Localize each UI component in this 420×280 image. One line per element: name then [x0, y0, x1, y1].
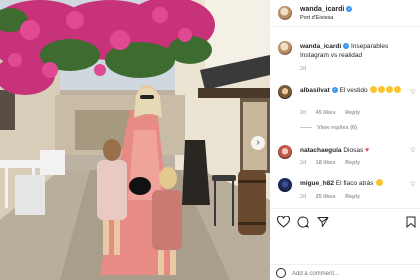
- comment-meta: 2d 25 likes Reply: [300, 194, 368, 200]
- post-header: wanda_icardi ✓ Port d'Eivissa: [270, 0, 420, 27]
- bookmark-icon[interactable]: [406, 216, 416, 228]
- post-username-link[interactable]: wanda_icardi ✓: [300, 6, 353, 13]
- reply-button[interactable]: Reply: [345, 110, 360, 116]
- avatar[interactable]: [278, 145, 292, 159]
- verified-icon: ✓: [331, 87, 338, 94]
- add-comment-bar: [270, 264, 420, 280]
- caption: wanda_icardi ✓ Inseparables Instagram vs …: [300, 42, 415, 60]
- share-icon[interactable]: [317, 216, 329, 228]
- caption-meta: 2d: [300, 66, 314, 72]
- comment-time: 2d: [300, 160, 307, 166]
- view-replies-button[interactable]: View replies (6): [300, 125, 357, 131]
- avatar[interactable]: [278, 41, 292, 55]
- like-comment-heart-icon[interactable]: ♡: [410, 147, 415, 154]
- reply-button[interactable]: Reply: [345, 160, 360, 166]
- comment-time: 2d: [300, 194, 307, 200]
- comment-likes[interactable]: 25 likes: [316, 194, 336, 200]
- like-comment-heart-icon[interactable]: ♡: [410, 89, 415, 96]
- comment-meta: 2d 45 likes Reply: [300, 110, 368, 116]
- reply-button[interactable]: Reply: [345, 194, 360, 200]
- comment: albasilvat ✓ El vestido: [300, 86, 405, 95]
- like-comment-heart-icon[interactable]: ♡: [410, 181, 415, 188]
- comment-time: 2d: [300, 110, 307, 116]
- heart-icon[interactable]: [277, 216, 290, 228]
- avatar[interactable]: [278, 85, 292, 99]
- comment-likes[interactable]: 18 likes: [316, 160, 336, 166]
- caption-username[interactable]: wanda_icardi: [300, 43, 341, 50]
- next-arrow-icon[interactable]: ›: [251, 136, 265, 150]
- verified-icon: ✓: [346, 6, 353, 13]
- comment-text: Diosas: [343, 147, 364, 154]
- comment-username[interactable]: albasilvat: [300, 87, 330, 94]
- heart-eyes-emoji-icon: [370, 86, 378, 93]
- post-location[interactable]: Port d'Eivissa: [300, 15, 333, 21]
- laughing-emoji-icon: [376, 179, 384, 186]
- heart-eyes-emoji-icon: [386, 86, 394, 93]
- comment-icon[interactable]: [297, 216, 309, 228]
- comment-text: El flaco atrás: [335, 180, 374, 187]
- comment: natachaeguia Diosas ♥: [300, 146, 405, 155]
- red-heart-emoji-icon: ♥: [365, 147, 370, 154]
- street-scene-image: [0, 0, 270, 280]
- heart-eyes-emoji-icon: [378, 86, 386, 93]
- action-bar: [270, 208, 420, 232]
- post-username[interactable]: wanda_icardi: [300, 6, 344, 13]
- comment-likes[interactable]: 45 likes: [316, 110, 336, 116]
- comment-text: El vestido: [339, 87, 368, 94]
- post-side-panel: wanda_icardi ✓ Port d'Eivissa wanda_icard…: [270, 0, 420, 280]
- smiley-icon[interactable]: [276, 268, 286, 278]
- post-photo[interactable]: ›: [0, 0, 270, 280]
- comment-username[interactable]: migue_h82: [300, 180, 334, 187]
- heart-eyes-emoji-icon: [394, 86, 402, 93]
- comment: migue_h82 El flaco atrás: [300, 179, 405, 188]
- verified-icon: ✓: [343, 43, 350, 50]
- comment-username[interactable]: natachaeguia: [300, 147, 342, 154]
- avatar[interactable]: [278, 178, 292, 192]
- add-comment-input[interactable]: [292, 269, 412, 279]
- avatar[interactable]: [278, 6, 292, 20]
- caption-time: 2d: [300, 66, 307, 72]
- comment-meta: 2d 18 likes Reply: [300, 160, 368, 166]
